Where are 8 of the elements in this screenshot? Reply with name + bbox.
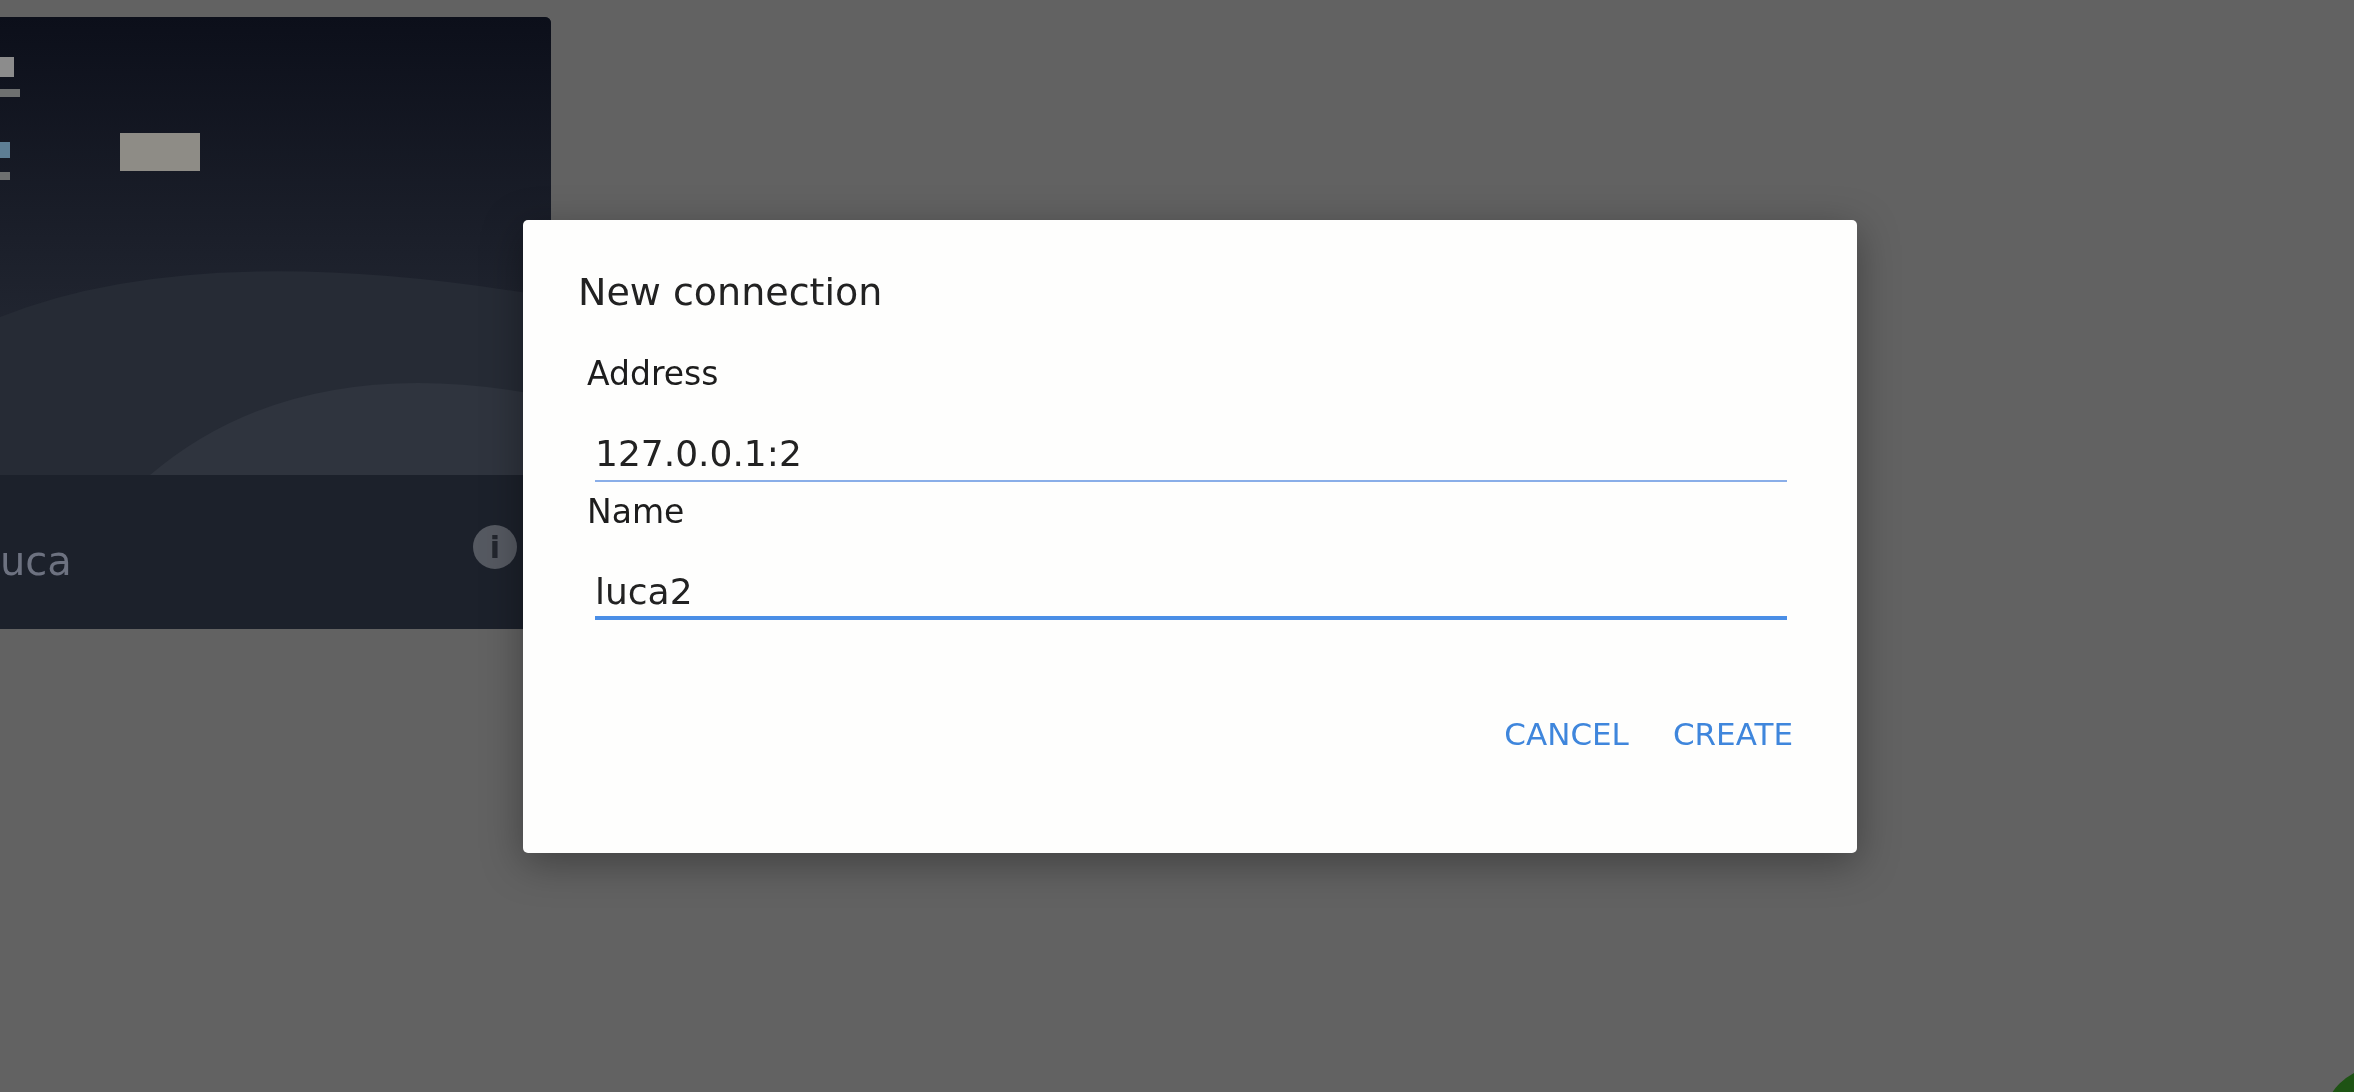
- create-button[interactable]: CREATE: [1662, 710, 1803, 758]
- field-label: Name: [587, 492, 685, 531]
- connection-name: uca: [0, 538, 72, 584]
- input-field[interactable]: 127.0.0.1:2: [595, 427, 1787, 482]
- input-field[interactable]: luca2: [595, 565, 1787, 620]
- cancel-button[interactable]: CANCEL: [1494, 710, 1639, 758]
- dialog-title: New connection: [578, 270, 884, 314]
- field-label: Address: [587, 354, 719, 393]
